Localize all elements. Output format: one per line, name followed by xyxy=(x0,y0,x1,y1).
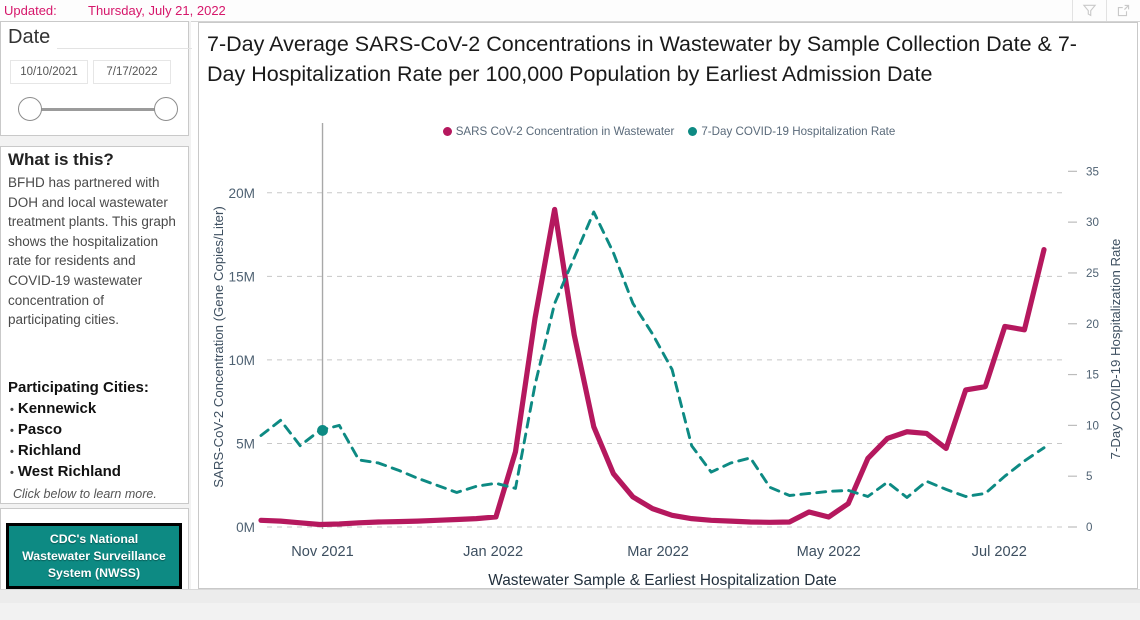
y2-axis-tick-label: 5 xyxy=(1086,470,1092,483)
y2-axis-tick-label: 25 xyxy=(1086,267,1099,280)
list-item: • Richland xyxy=(10,441,185,462)
chart-svg: 0M 5M 10M 15M 20M 0 5 10 15 20 25 30 35 Nov 2021 Jan 2… xyxy=(211,123,1123,589)
date-end-input[interactable]: 7/17/2022 xyxy=(93,60,171,84)
y-axis-tick-label: 15M xyxy=(229,269,255,284)
list-item: • Pasco xyxy=(10,420,185,441)
slider-shadow-line xyxy=(57,48,192,49)
bullet-icon: • xyxy=(10,446,14,458)
series-line-hospitalization[interactable] xyxy=(259,210,1046,499)
info-body-text: BFHD has partnered with DOH and local wa… xyxy=(8,175,176,328)
y2-axis-tick-label: 15 xyxy=(1086,369,1099,382)
x-axis-tick-label: Nov 2021 xyxy=(291,544,353,560)
updated-label: Updated: xyxy=(4,3,57,18)
x-axis-tick-label: Jan 2022 xyxy=(463,544,523,560)
x-axis-tick-label: May 2022 xyxy=(797,544,861,560)
nwss-line-2: Wastewater Surveillance xyxy=(22,548,166,563)
participating-cities-list: • Kennewick • Pasco • Richland • West Richla… xyxy=(10,399,185,483)
participating-cities-heading: Participating Cities: xyxy=(8,379,149,396)
y-axis-title: SARS-CoV-2 Concentration (Gene Copies/Li… xyxy=(211,206,226,487)
info-heading: What is this? xyxy=(8,150,114,169)
date-start-input[interactable]: 10/10/2021 xyxy=(10,60,88,84)
y2-axis-tick-label: 30 xyxy=(1086,216,1099,229)
slider-track xyxy=(29,108,163,111)
nwss-link-label: CDC's National Wastewater Surveillance Sys… xyxy=(22,531,166,582)
list-item: • Kennewick xyxy=(10,399,185,420)
city-name: Pasco xyxy=(17,421,63,438)
y2-axis-tick-label: 35 xyxy=(1086,165,1099,178)
bottom-strip xyxy=(0,589,1140,603)
x-axis-tick-label: Jul 2022 xyxy=(972,544,1027,560)
city-name: West Richland xyxy=(17,463,121,480)
plot-area[interactable]: 0M 5M 10M 15M 20M 0 5 10 15 20 25 30 35 Nov 2021 Jan 2… xyxy=(199,23,1139,590)
y-axis-tick-label: 5M xyxy=(236,436,255,451)
date-filter-panel: Date 10/10/2021 7/17/2022 xyxy=(0,21,192,136)
bullet-icon: • xyxy=(10,467,14,479)
city-name: Richland xyxy=(17,442,82,459)
chart-panel: 7-Day Average SARS-CoV-2 Concentrations … xyxy=(198,22,1138,589)
y2-axis-tick-label: 10 xyxy=(1086,419,1099,432)
highlighted-data-point[interactable] xyxy=(317,425,328,436)
series-line-wastewater[interactable] xyxy=(258,206,1047,528)
info-footnote: Click below to learn more. xyxy=(13,487,157,501)
bullet-icon: • xyxy=(10,425,14,437)
sidebar: Date 10/10/2021 7/17/2022 What is this? … xyxy=(0,21,192,620)
nwss-link-button[interactable]: CDC's National Wastewater Surveillance Sys… xyxy=(6,523,182,589)
date-range-inputs: 10/10/2021 7/17/2022 xyxy=(10,60,171,84)
y2-axis-tick-label: 20 xyxy=(1086,318,1099,331)
bullet-icon: • xyxy=(10,404,14,416)
info-panel: What is this? BFHD has partnered with DO… xyxy=(0,146,189,504)
filter-funnel-icon[interactable] xyxy=(1072,0,1106,21)
x-axis-tick-label: Mar 2022 xyxy=(627,544,689,560)
top-bar: Updated: Thursday, July 21, 2022 xyxy=(0,0,1140,22)
updated-date: Thursday, July 21, 2022 xyxy=(88,3,226,18)
dashboard-root: Updated: Thursday, July 21, 2022 Date 10… xyxy=(0,0,1140,620)
list-item: • West Richland xyxy=(10,462,185,483)
city-name: Kennewick xyxy=(17,400,97,417)
slider-handle-end[interactable] xyxy=(154,97,178,121)
x-axis-title: Wastewater Sample & Earliest Hospitaliza… xyxy=(488,572,836,589)
nwss-line-1: CDC's National xyxy=(49,531,139,546)
date-filter-title: Date xyxy=(8,26,51,48)
y-axis-tick-label: 20M xyxy=(229,186,255,201)
y2-axis-tick-label: 0 xyxy=(1086,521,1092,534)
link-panel: CDC's National Wastewater Surveillance Sys… xyxy=(0,508,189,620)
y2-axis-title: 7-Day COVID-19 Hospitalization Rate xyxy=(1108,239,1123,460)
nwss-line-3: System (NWSS) xyxy=(47,565,141,580)
y-axis-tick-label: 0M xyxy=(236,520,255,535)
slider-handle-start[interactable] xyxy=(18,97,42,121)
y-axis-tick-label: 10M xyxy=(229,353,255,368)
share-export-icon[interactable] xyxy=(1106,0,1140,21)
top-bar-icons xyxy=(1072,0,1140,21)
date-range-slider[interactable] xyxy=(13,97,178,123)
